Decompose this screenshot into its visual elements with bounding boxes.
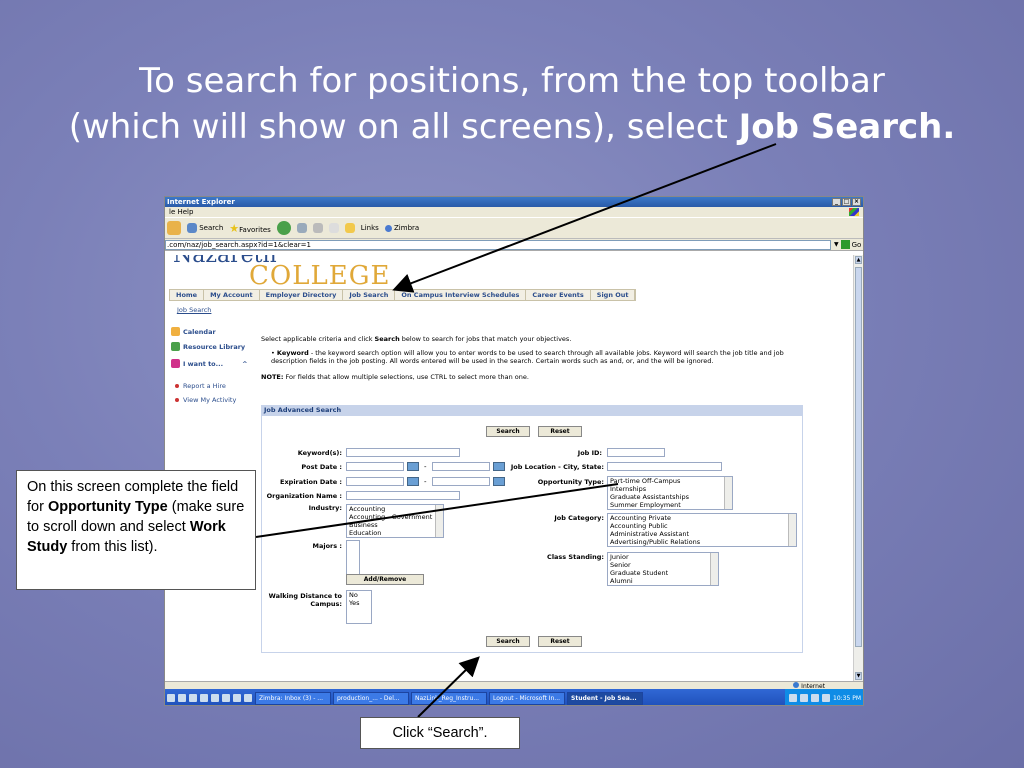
callout-bold-opportunity: Opportunity Type [47, 499, 168, 515]
opportunity-type-callout: On this screen complete the field for Op… [16, 470, 256, 590]
arrow-to-job-search [392, 143, 777, 293]
search-callout: Click “Search”. [360, 717, 520, 749]
arrow-to-opportunity-type [255, 483, 619, 538]
arrow-to-search-button [417, 656, 480, 718]
callout-text-3: from this list). [67, 539, 158, 555]
annotation-arrows [255, 143, 777, 718]
